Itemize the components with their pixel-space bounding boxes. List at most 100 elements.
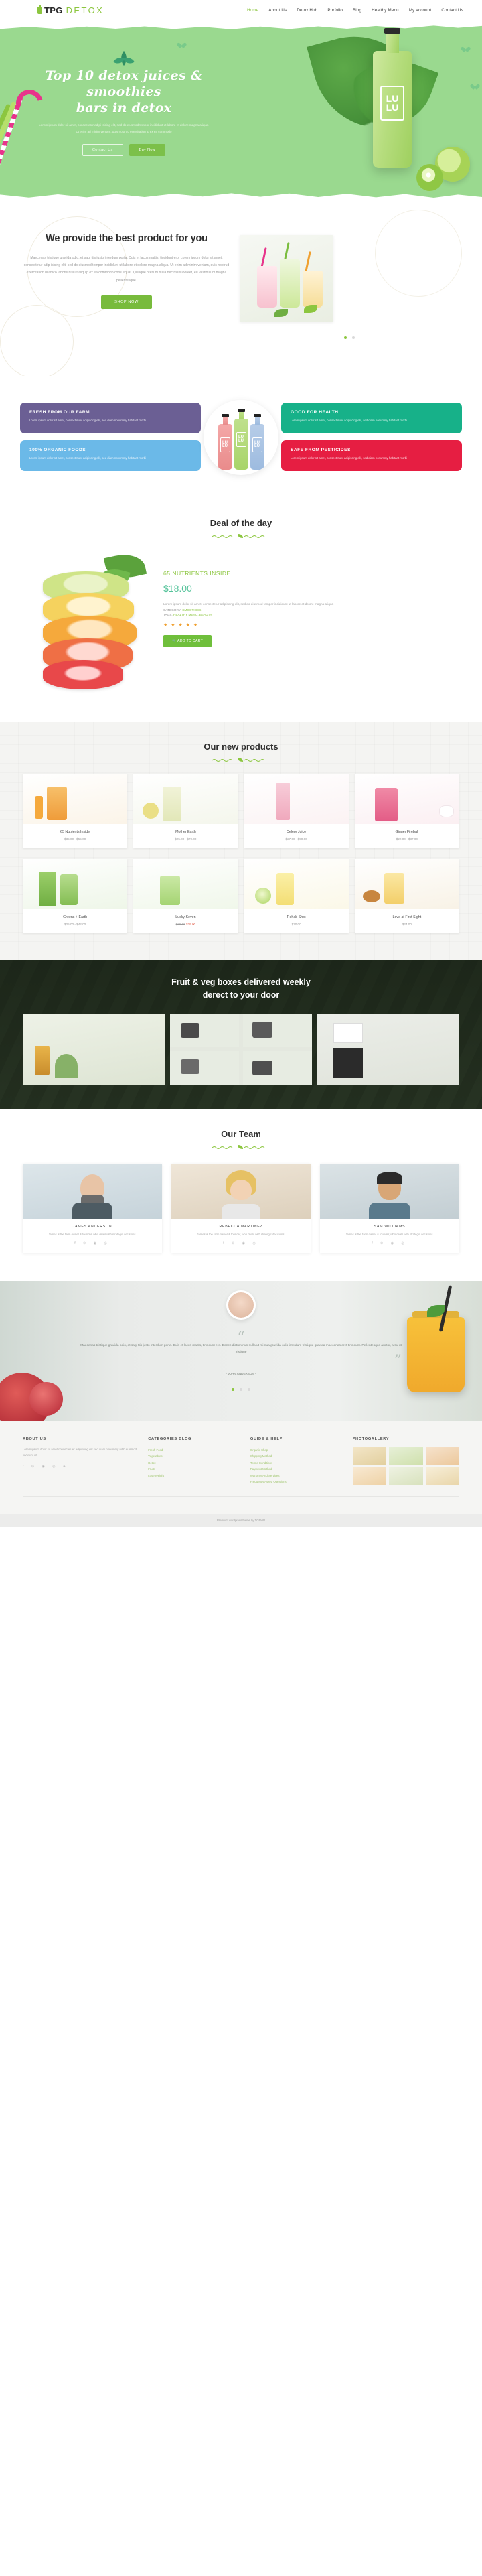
shop-now-button[interactable]: SHOP NOW [101,295,152,310]
team-member-card[interactable]: JAMES ANDERSON James is the farm owner &… [23,1163,162,1253]
testimonial-dot-1[interactable] [231,1387,234,1391]
product-price: $25.00 - $70.00 [175,837,197,841]
footer-link[interactable]: Organic Shop [250,1447,343,1453]
buy-now-button[interactable]: Buy Now [129,143,166,156]
nav-item-porfolio[interactable]: Porfolio [327,8,343,13]
team-member-card[interactable]: REBECCA MARTINEZ James is the farm owner… [171,1163,311,1253]
footer-link[interactable]: Fruits [148,1466,241,1472]
site-logo[interactable]: TPG DETOX [37,4,104,15]
product-price: $35.00 - $55.00 [64,837,86,841]
feature-box-good-for-health[interactable]: GOOD FOR HEALTH Lorem ipsum dolor sit am… [281,403,462,433]
team-member-social-links[interactable]: f ⊙ ◉ ◎ [23,1241,162,1245]
product-price: $22.00 - $37.00 [396,837,418,841]
gallery-item[interactable] [170,1013,239,1047]
veg-footer-space [0,1085,482,1109]
footer-categories-column: CATEGORIES BLOG Fresh Food Vegetables De… [148,1437,241,1485]
deal-category-value[interactable]: SMOOTHIES [182,608,201,612]
add-to-cart-button[interactable]: 🛒 ADD TO CART [163,635,212,648]
footer-gallery-thumb[interactable] [389,1446,423,1465]
contact-us-button[interactable]: Contact Us [82,143,123,156]
deal-section-title: Deal of the day [210,518,272,528]
leaf-divider-icon [212,758,265,762]
team-member-photo [171,1163,311,1219]
footer-link[interactable]: Vegetables [148,1453,241,1459]
feature-box-fresh-from-our-farm[interactable]: FRESH FROM OUR FARM Lorem ipsum dolor si… [20,403,201,433]
product-card[interactable]: Ginger Fireball $22.00 - $37.00 [354,774,459,848]
gallery-item[interactable] [170,1013,312,1085]
gallery-item[interactable] [23,1013,165,1085]
bottle-logo-icon [37,4,42,14]
testimonial-text: Maecenas tristique gravida odio, et sagi… [80,1343,402,1355]
footer-gallery-heading: PHOTOGALLERY [352,1436,390,1441]
nav-item-my-account[interactable]: My account [409,8,432,13]
footer-link[interactable]: Detox [148,1460,241,1466]
best-product-title: We provide the best product for you [46,233,208,244]
feature-box-organic-foods[interactable]: 100% ORGANIC FOODS Lorem ipsum dolor sit… [20,440,201,471]
deal-rating-stars: ★ ★ ★ ★ ★ [163,623,199,628]
footer-about-text: Lorem ipsum dolor sit amet consectetuer … [23,1447,137,1457]
quote-close-icon: ” [394,1352,402,1369]
carousel-dots[interactable] [240,330,459,342]
nav-item-about-us[interactable]: About Us [268,8,287,13]
testimonial-carousel-dots[interactable] [80,1382,402,1394]
footer-gallery-thumb[interactable] [352,1467,387,1485]
feature-box-safe-from-pesticides[interactable]: SAFE FROM PESTICIDES Lorem ipsum dolor s… [281,440,462,471]
deal-tags-value[interactable]: HEALTHY MENU, BEAUTY [173,613,212,616]
product-card[interactable]: Celery Juice $27.00 - $50.00 [244,774,349,848]
nav-item-blog[interactable]: Blog [353,8,362,13]
best-product-paragraph: Maecenas tristique gravida odio, et sagi… [23,255,230,283]
product-card[interactable]: Greens + Earth $25.00 - $42.00 [23,859,128,933]
deal-product-price: $18.00 [163,583,192,594]
footer-link[interactable]: Frequently Asked Questions [250,1479,343,1485]
footer-gallery-thumb[interactable] [425,1446,459,1465]
bottles-circle-image: LU LU LU LU LU LU [204,400,278,475]
product-image [244,859,349,909]
nav-item-contact-us[interactable]: Contact Us [441,8,463,13]
gallery-item[interactable] [170,1050,239,1085]
product-price: $36.00 $29.00 [136,923,235,926]
mini-bottle-label: LU LU [236,432,246,447]
gallery-grid [0,1002,482,1085]
product-image [23,859,128,909]
nav-item-home[interactable]: Home [247,8,258,13]
product-card[interactable]: Rehab Shot $30.00 [244,859,349,933]
footer-link[interactable]: Payment Method [250,1466,343,1472]
mini-bottle-label: LU LU [252,437,262,452]
testimonial-dot-2[interactable] [240,1387,242,1391]
testimonial-dot-3[interactable] [248,1387,251,1391]
footer-link[interactable]: Terms Conditions [250,1460,343,1466]
product-card[interactable]: Lucky Seven $36.00 $29.00 [133,859,238,933]
footer-link[interactable]: Warranty And Services [250,1473,343,1479]
team-member-social-links[interactable]: f ⊙ ◉ ◎ [320,1241,459,1245]
nav-item-healthy-menu[interactable]: Healthy Menu [372,8,399,13]
testimonial-author: - JOHN ANDERSON - [226,1371,256,1375]
gallery-item[interactable] [243,1013,312,1047]
footer-link[interactable]: Fresh Food [148,1447,241,1453]
team-member-role: James is the farm owner & founder, who d… [345,1232,434,1236]
product-card[interactable]: Love at First Sight $24.00 [354,859,459,933]
team-member-card[interactable]: SAM WILLIAMS James is the farm owner & f… [320,1163,459,1253]
footer-link[interactable]: Lose Weight [148,1473,241,1479]
carousel-dot-2[interactable] [352,336,355,339]
nav-item-detox-hub[interactable]: Detox Hub [297,8,317,13]
footer-gallery-thumb[interactable] [352,1446,387,1465]
gallery-item[interactable] [317,1013,459,1085]
product-card[interactable]: 65 Nutrients Inside $35.00 - $55.00 [23,774,128,848]
testimonial-avatar [226,1290,256,1320]
product-name: Greens + Earth [63,915,88,919]
bottle-label: LU LU [380,86,404,121]
footer-social-links[interactable]: f ⊙ ◉ ◎ ✈ [23,1465,139,1469]
deal-product-name: 65 NUTRIENTS INSIDE [163,570,231,577]
footer-link[interactable]: Shipping Method [250,1453,343,1459]
footer-gallery-thumb[interactable] [425,1467,459,1485]
footer-about-heading: ABOUT US [23,1436,46,1441]
product-card[interactable]: Mother Earth $25.00 - $70.00 [133,774,238,848]
feature-text: Lorem ipsum dolor sit amet, consectetuer… [291,419,408,422]
team-member-photo [320,1163,459,1219]
feature-title: FRESH FROM OUR FARM [29,410,90,415]
carousel-dot-1[interactable] [343,336,347,339]
gallery-item[interactable] [243,1050,312,1085]
footer-gallery-thumb[interactable] [389,1467,423,1485]
deal-category-label: CATEGORY: [163,608,181,612]
team-member-social-links[interactable]: f ⊙ ◉ ◎ [171,1241,311,1245]
